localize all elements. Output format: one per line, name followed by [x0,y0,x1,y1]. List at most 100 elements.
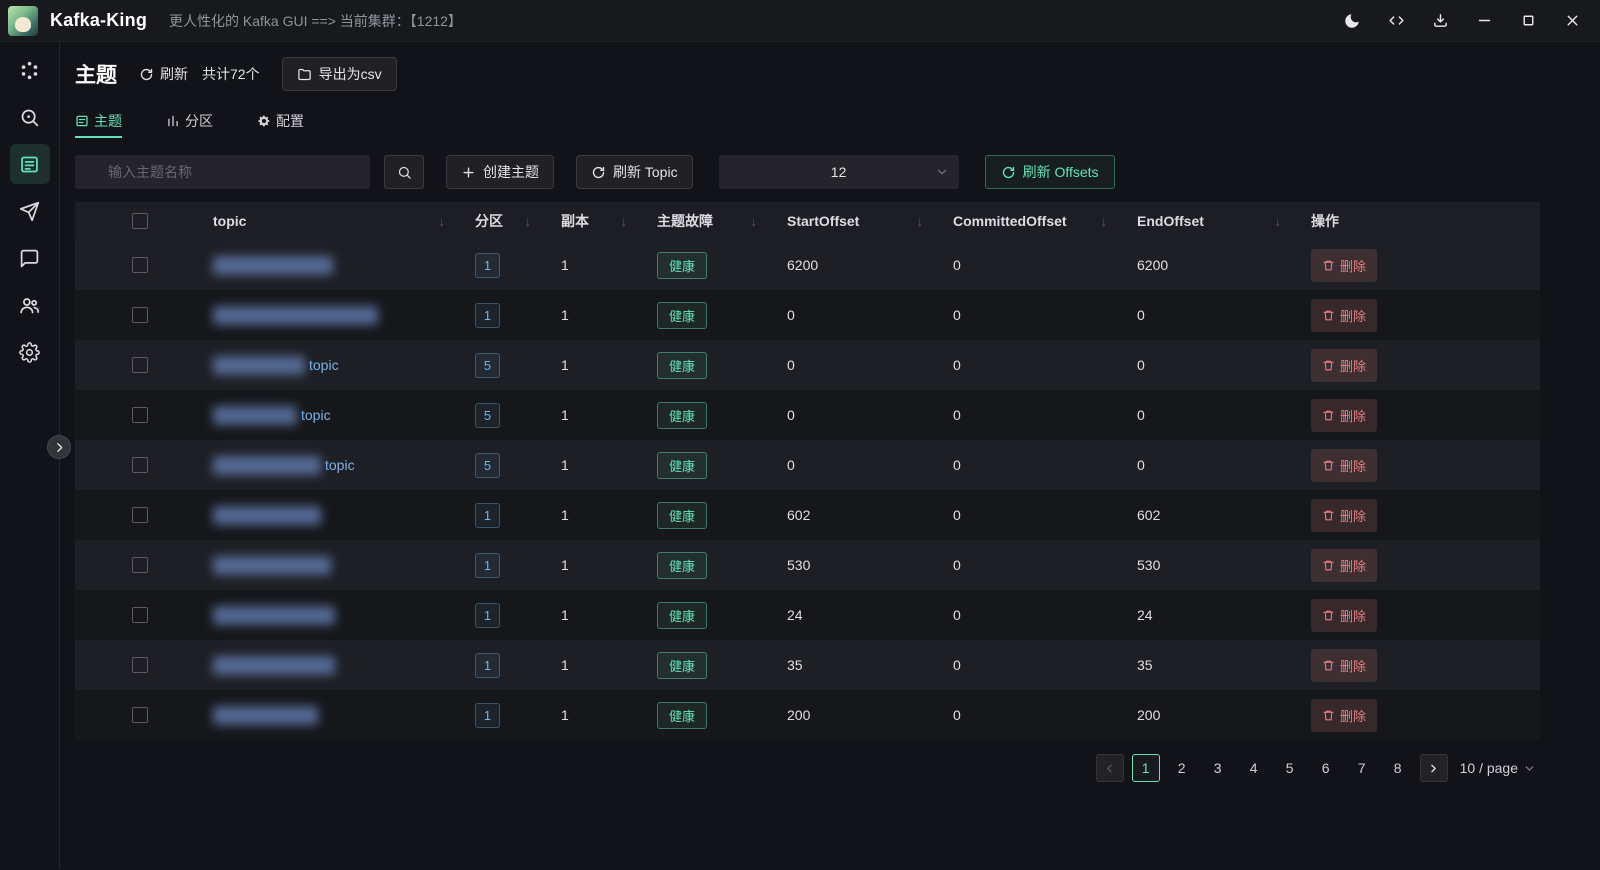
search-input[interactable] [75,155,370,189]
replica-count: 1 [561,457,569,473]
sidebar-item-monitor[interactable] [10,97,50,137]
devtools-button[interactable] [1374,4,1418,38]
delete-button[interactable]: 删除 [1311,348,1378,382]
delete-button[interactable]: 删除 [1311,698,1378,732]
pagination-page-6[interactable]: 6 [1312,754,1340,782]
end-offset: 0 [1137,357,1145,373]
maximize-button[interactable] [1506,4,1550,38]
pagination-page-2[interactable]: 2 [1168,754,1196,782]
page-size-dropdown[interactable]: 12 [718,155,959,189]
row-checkbox[interactable] [132,507,148,523]
page-size-select[interactable]: 10 / page [1456,760,1540,776]
start-offset: 602 [787,507,811,523]
pagination-page-8[interactable]: 8 [1384,754,1412,782]
table-row: topic 5 1 健康 0 0 0 删除 [75,440,1540,490]
delete-label: 删除 [1340,358,1367,374]
pagination-page-5[interactable]: 5 [1276,754,1304,782]
toolbar: 创建主题 刷新 Topic 12 刷新 Offsets [75,154,1540,190]
sidebar-item-groups[interactable] [10,285,50,325]
refresh-offsets-button[interactable]: 刷新 Offsets [984,155,1115,189]
column-header-topic[interactable]: topic ↓ [205,213,467,229]
topic-link[interactable]: topic [325,457,355,473]
row-checkbox[interactable] [132,557,148,573]
pagination-page-7[interactable]: 7 [1348,754,1376,782]
column-header-end-offset[interactable]: EndOffset ↓ [1129,213,1303,229]
partition-count: 1 [475,252,500,278]
health-badge: 健康 [657,651,708,679]
search-button[interactable] [384,155,424,189]
sidebar-item-messages[interactable] [10,238,50,278]
tab-topics[interactable]: 主题 [75,106,122,138]
refresh-button[interactable]: 刷新 [139,64,188,84]
end-offset: 35 [1137,657,1153,673]
committed-offset: 0 [953,657,961,673]
row-checkbox[interactable] [132,357,148,373]
download-button[interactable] [1418,4,1462,38]
sidebar-item-topics[interactable] [9,144,50,184]
column-header-partition[interactable]: 分区 ↓ [467,211,553,231]
delete-label: 删除 [1340,708,1367,724]
refresh-topic-button[interactable]: 刷新 Topic [576,155,693,189]
sidebar-item-settings[interactable] [10,332,50,372]
page-size-value: 12 [830,164,847,180]
pagination-page-3[interactable]: 3 [1204,754,1232,782]
delete-button[interactable]: 删除 [1311,548,1378,582]
row-checkbox[interactable] [132,307,148,323]
start-offset: 0 [787,307,795,323]
sidebar-item-cluster[interactable] [10,50,50,90]
delete-button[interactable]: 删除 [1311,248,1378,282]
row-checkbox[interactable] [132,407,148,423]
delete-button[interactable]: 删除 [1311,398,1378,432]
health-badge: 健康 [657,451,708,479]
theme-toggle-button[interactable] [1330,4,1374,38]
create-topic-label: 创建主题 [483,164,539,180]
close-button[interactable] [1550,4,1594,38]
column-header-committed-offset[interactable]: CommittedOffset ↓ [945,213,1129,229]
sidebar-item-producer[interactable] [10,191,50,231]
trash-icon [1323,660,1334,670]
pagination-prev-button[interactable] [1095,754,1124,782]
start-offset: 0 [787,457,795,473]
row-checkbox[interactable] [132,707,148,723]
topic-link[interactable]: topic [301,407,331,423]
chevron-right-icon [56,442,62,452]
row-checkbox[interactable] [132,607,148,623]
chevron-left-icon [1107,764,1112,772]
table-row: topic 5 1 健康 0 0 0 删除 [75,340,1540,390]
replica-count: 1 [561,657,569,673]
end-offset: 6200 [1137,257,1169,273]
row-checkbox[interactable] [132,657,148,673]
pagination-page-1[interactable]: 1 [1131,754,1160,782]
search-icon [398,166,411,179]
column-header-start-offset[interactable]: StartOffset ↓ [779,213,945,229]
column-header-health[interactable]: 主题故障 ↓ [649,211,779,231]
tab-partitions[interactable]: 分区 [166,106,213,138]
sort-icon: ↓ [1100,213,1108,229]
pagination-next-button[interactable] [1419,754,1448,782]
tab-config[interactable]: 配置 [257,106,304,138]
delete-button[interactable]: 删除 [1311,498,1378,532]
minimize-button[interactable] [1462,4,1506,38]
refresh-topic-label: 刷新 Topic [613,164,678,180]
delete-label: 删除 [1340,258,1367,274]
cluster-icon [21,61,38,79]
trash-icon [1323,310,1334,320]
select-all-checkbox[interactable] [132,213,148,229]
moon-icon [1345,13,1359,28]
page-header: 主题 刷新 共计72个 导出为csv [75,56,1540,92]
sidebar-collapse-handle[interactable] [47,435,71,459]
delete-button[interactable]: 删除 [1311,298,1378,332]
topic-link[interactable]: topic [309,357,339,373]
pagination-page-4[interactable]: 4 [1240,754,1268,782]
delete-button[interactable]: 删除 [1311,648,1378,682]
export-csv-button[interactable]: 导出为csv [281,57,397,91]
replica-count: 1 [561,507,569,523]
delete-button[interactable]: 删除 [1311,448,1378,482]
topic-name-redacted [213,705,318,725]
row-checkbox[interactable] [132,257,148,273]
committed-offset: 0 [953,457,961,473]
column-header-replica[interactable]: 副本 ↓ [553,211,649,231]
row-checkbox[interactable] [132,457,148,473]
delete-button[interactable]: 删除 [1311,598,1378,632]
create-topic-button[interactable]: 创建主题 [446,155,554,189]
